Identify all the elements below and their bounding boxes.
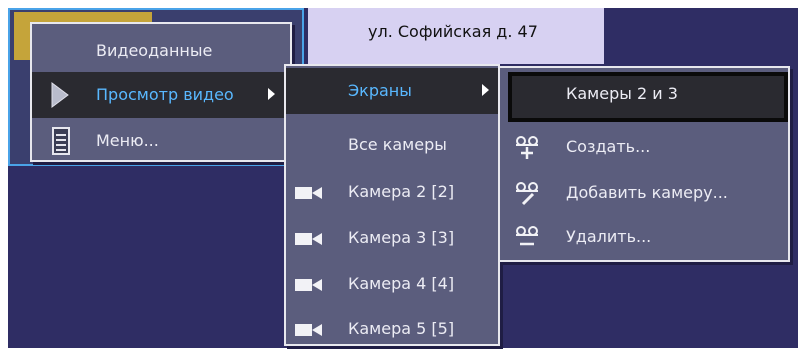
play-icon: [51, 82, 69, 108]
menu-item-label: Удалить...: [566, 227, 652, 246]
menu-item-video-data[interactable]: Видеоданные: [32, 28, 290, 74]
menu-item-label: Видеоданные: [96, 41, 213, 60]
menu-item-label: Камеры 2 и 3: [566, 84, 678, 103]
context-menu-main: Видеоданные Просмотр видео Меню...: [30, 22, 292, 162]
camera-icon: [295, 233, 322, 245]
menu-item-camera-5[interactable]: Камера 5 [5]: [286, 306, 498, 352]
menu-item-camera-4[interactable]: Камера 4 [4]: [286, 261, 498, 307]
submenu-arrow-icon: [482, 84, 489, 96]
menu-item-delete[interactable]: Удалить...: [500, 214, 788, 260]
menu-item-add-camera[interactable]: Добавить камеру...: [500, 170, 788, 216]
menu-item-label: Просмотр видео: [96, 85, 234, 104]
context-menu-view-video: Экраны Все камеры Камера 2 [2] Камера 3 …: [284, 64, 500, 346]
camera-icon: [295, 187, 322, 199]
menu-item-screens[interactable]: Экраны: [286, 68, 498, 114]
menu-item-menu[interactable]: Меню...: [32, 118, 290, 164]
address-label: ул. Софийская д. 47: [368, 22, 538, 41]
submenu-arrow-icon: [268, 88, 275, 100]
menu-item-label: Создать...: [566, 137, 651, 156]
menu-item-label: Добавить камеру...: [566, 183, 728, 202]
camera-icon: [295, 324, 322, 336]
menu-item-label: Камера 2 [2]: [348, 182, 455, 201]
camera-icon: [295, 279, 322, 291]
screen-create-icon: [516, 136, 539, 159]
menu-item-camera-2[interactable]: Камера 2 [2]: [286, 169, 498, 215]
screen-add-camera-icon: [516, 182, 539, 206]
menu-item-cameras-2-and-3[interactable]: Камеры 2 и 3: [508, 72, 788, 122]
menu-item-camera-3[interactable]: Камера 3 [3]: [286, 215, 498, 261]
menu-item-label: Камера 4 [4]: [348, 274, 455, 293]
menu-item-all-cameras[interactable]: Все камеры: [286, 122, 498, 168]
menu-list-icon: [52, 127, 70, 155]
menu-item-label: Меню...: [96, 131, 159, 150]
menu-item-label: Все камеры: [348, 135, 447, 154]
menu-item-create[interactable]: Создать...: [500, 124, 788, 170]
menu-item-label: Экраны: [348, 81, 412, 100]
screen-delete-icon: [516, 226, 539, 246]
menu-item-label: Камера 5 [5]: [348, 319, 455, 338]
menu-item-label: Камера 3 [3]: [348, 228, 455, 247]
context-menu-screens: Камеры 2 и 3 Создать... Добавить камеру.…: [498, 66, 790, 262]
menu-item-view-video[interactable]: Просмотр видео: [32, 72, 290, 118]
